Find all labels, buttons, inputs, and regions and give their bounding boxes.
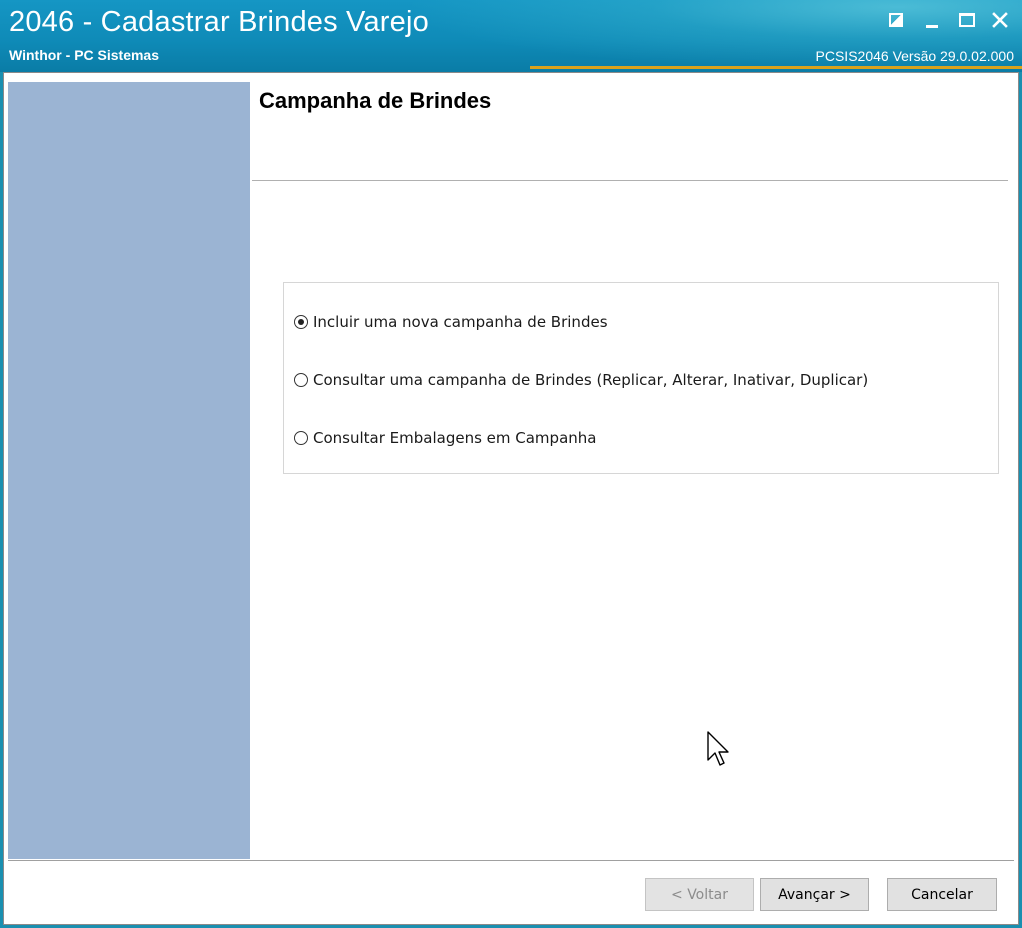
radio-selected-icon[interactable]: [294, 315, 308, 329]
page-title: Campanha de Brindes: [259, 88, 492, 113]
radio-unselected-icon[interactable]: [294, 431, 308, 445]
restore-icon: [889, 13, 903, 27]
back-button[interactable]: < Voltar: [645, 878, 754, 911]
restore-button[interactable]: [884, 8, 908, 32]
window-title: 2046 - Cadastrar Brindes Varejo: [9, 6, 429, 38]
title-bar[interactable]: 2046 - Cadastrar Brindes Varejo Winthor …: [0, 0, 1022, 72]
option-label: Consultar Embalagens em Campanha: [313, 429, 597, 447]
cancel-button[interactable]: Cancelar: [887, 878, 997, 911]
next-button[interactable]: Avançar >: [760, 878, 869, 911]
minimize-icon: [926, 24, 938, 28]
options-group: Incluir uma nova campanha de Brindes Con…: [283, 282, 999, 474]
option-consultar-campanha[interactable]: Consultar uma campanha de Brindes (Repli…: [294, 371, 868, 389]
wizard-side-panel: [8, 82, 250, 859]
option-label: Incluir uma nova campanha de Brindes: [313, 313, 608, 331]
title-accent-line: [530, 66, 1022, 69]
footer-divider: [8, 860, 1014, 861]
close-icon: [992, 12, 1008, 28]
version-label: PCSIS2046 Versão 29.0.02.000: [815, 48, 1014, 64]
option-consultar-embalagens[interactable]: Consultar Embalagens em Campanha: [294, 429, 596, 447]
app-window: 2046 - Cadastrar Brindes Varejo Winthor …: [0, 0, 1022, 928]
wizard-panel: Campanha de Brindes Incluir uma nova cam…: [3, 72, 1019, 925]
window-subtitle: Winthor - PC Sistemas: [9, 47, 160, 63]
option-label: Consultar uma campanha de Brindes (Repli…: [313, 371, 869, 389]
mouse-pointer-icon: [707, 731, 729, 766]
header-divider: [252, 180, 1008, 181]
minimize-button[interactable]: [920, 8, 944, 32]
option-incluir-campanha[interactable]: Incluir uma nova campanha de Brindes: [294, 313, 608, 331]
maximize-button[interactable]: [955, 8, 979, 32]
maximize-icon: [959, 13, 975, 27]
radio-unselected-icon[interactable]: [294, 373, 308, 387]
close-button[interactable]: [988, 8, 1012, 32]
